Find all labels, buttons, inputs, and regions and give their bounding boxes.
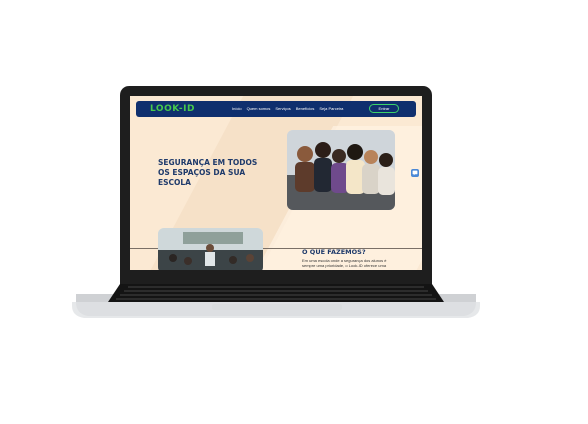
students-photo bbox=[287, 130, 395, 210]
students-image bbox=[287, 130, 395, 210]
floating-chat-button[interactable] bbox=[411, 169, 419, 177]
nav-menu: Início Quem somos Serviços Benefícios Se… bbox=[232, 106, 343, 111]
laptop-base bbox=[72, 284, 480, 318]
laptop-screen: LOOK-ID Início Quem somos Serviços Benef… bbox=[130, 96, 422, 270]
hero-title: SEGURANÇA EM TODOS OS ESPAÇOS DA SUA ESC… bbox=[158, 158, 258, 187]
nav-item-seja-parceira[interactable]: Seja Parceira bbox=[319, 106, 343, 111]
site-logo[interactable]: LOOK-ID bbox=[150, 104, 195, 114]
about-title: O QUE FAZEMOS? bbox=[302, 248, 366, 256]
nav-item-servicos[interactable]: Serviços bbox=[275, 106, 290, 111]
nav-item-inicio[interactable]: Início bbox=[232, 106, 242, 111]
classroom-image bbox=[158, 228, 263, 270]
top-nav-bar: LOOK-ID Início Quem somos Serviços Benef… bbox=[136, 101, 416, 117]
chat-icon bbox=[412, 170, 418, 176]
nav-item-quem-somos[interactable]: Quem somos bbox=[247, 106, 271, 111]
classroom-photo bbox=[158, 228, 263, 270]
about-text: Em uma escola onde a segurança dos aluno… bbox=[302, 258, 387, 268]
enter-button[interactable]: Entrar bbox=[369, 104, 399, 113]
nav-item-beneficios[interactable]: Benefícios bbox=[296, 106, 315, 111]
